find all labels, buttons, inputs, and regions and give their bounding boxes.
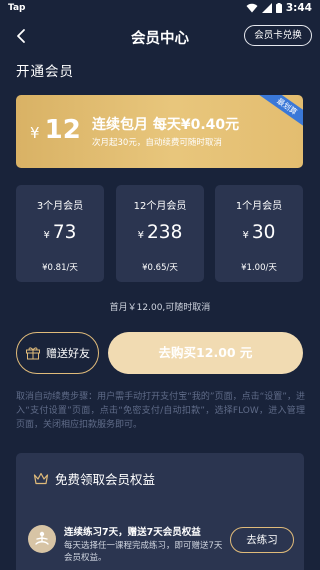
redeem-card-button[interactable]: 会员卡兑换	[244, 25, 312, 46]
plan-currency: ¥	[242, 230, 249, 241]
plan-name: 3个月会员	[36, 201, 84, 212]
plan-price: ¥30	[215, 222, 303, 243]
gift-friend-button[interactable]: 赠送好友	[16, 332, 99, 374]
crown-icon	[33, 472, 49, 485]
featured-price-value: 12	[44, 115, 81, 145]
plan-card-1-month[interactable]: 1个月会员 ¥30 ¥1.00/天	[215, 185, 303, 282]
plan-currency: ¥	[137, 230, 145, 241]
gift-button-label: 赠送好友	[46, 347, 90, 360]
wifi-icon	[246, 3, 258, 13]
plan-name: 12个月会员	[133, 201, 187, 212]
section-title: 开通会员	[16, 64, 74, 80]
auto-renew-instructions: 取消自动续费步骤：用户需手动打开支付宝“我的”页面，点击“设置”，进入“支付设置…	[16, 392, 305, 430]
plan-currency: ¥	[43, 230, 50, 241]
status-icons: 3:44	[246, 2, 312, 14]
plan-card-12-months[interactable]: 12个月会员 ¥238 ¥0.65/天	[116, 185, 204, 282]
plan-price-value: 73	[52, 222, 77, 243]
benefits-header: 免费领取会员权益	[33, 469, 155, 488]
task-description: 每天选择任一课程完成练习，即可赠送7天会员权益。	[64, 541, 223, 563]
plan-price: ¥73	[16, 222, 104, 243]
plan-name: 1个月会员	[235, 201, 283, 212]
benefits-title: 免费领取会员权益	[55, 472, 156, 487]
status-app-label: Tap	[8, 3, 26, 13]
plan-price-value: 238	[147, 222, 183, 243]
nav-bar: 会员中心 会员卡兑换	[0, 20, 320, 52]
featured-currency: ¥	[30, 124, 40, 142]
status-bar: Tap 3:44	[0, 0, 320, 18]
plan-card-3-months[interactable]: 3个月会员 ¥73 ¥0.81/天	[16, 185, 104, 282]
featured-subtitle: 次月起30元，自动续费可随时取消	[92, 138, 222, 148]
membership-page: Tap 3:44 会员中心 会员卡兑换 开通会员 ¥ 12 连续包月 每天¥0.…	[0, 0, 320, 570]
signal-icon	[261, 3, 272, 13]
featured-price: ¥ 12	[30, 115, 81, 145]
go-practice-button[interactable]: 去练习	[230, 527, 294, 553]
plan-per-day: ¥1.00/天	[241, 263, 277, 273]
plan-per-day: ¥0.81/天	[42, 263, 78, 273]
battery-icon	[275, 3, 282, 13]
plan-price-value: 30	[251, 222, 276, 243]
status-time: 3:44	[285, 2, 312, 14]
practice-task: 连续练习7天，赠送7天会员权益 每天选择任一课程完成练习，即可赠送7天会员权益。…	[28, 518, 294, 568]
first-month-note: 首月￥12.00,可随时取消	[109, 303, 211, 313]
back-button[interactable]	[12, 26, 32, 46]
gift-icon	[26, 347, 40, 360]
buy-button[interactable]: 去购买12.00 元	[108, 332, 303, 374]
best-value-badge: 最划算	[258, 95, 303, 130]
chevron-left-icon	[17, 29, 25, 43]
featured-title: 连续包月 每天¥0.40元	[92, 117, 240, 133]
plan-price: ¥238	[116, 222, 204, 243]
featured-plan-card[interactable]: ¥ 12 连续包月 每天¥0.40元 次月起30元，自动续费可随时取消 最划算	[16, 95, 303, 168]
task-title: 连续练习7天，赠送7天会员权益	[64, 527, 201, 538]
free-benefits-panel: 免费领取会员权益 连续练习7天，赠送7天会员权益 每天选择任一课程完成练习，即可…	[16, 453, 304, 570]
meditation-icon	[28, 525, 56, 553]
plan-per-day: ¥0.65/天	[142, 263, 178, 273]
